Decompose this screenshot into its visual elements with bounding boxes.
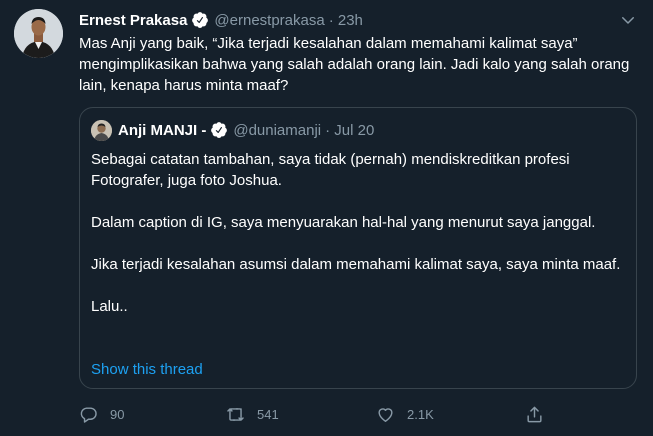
reply-button[interactable]: 90 xyxy=(79,402,124,426)
tweet-time[interactable]: · 23h xyxy=(329,12,363,29)
quoted-paragraph: Lalu.. xyxy=(91,298,128,315)
quoted-author-name: Anji MANJI - xyxy=(118,121,207,139)
retweet-icon xyxy=(227,407,244,421)
quoted-tweet[interactable]: Anji MANJI - @duniamanji · Jul 20 Sebaga… xyxy=(79,107,637,389)
verified-badge-icon xyxy=(210,121,228,139)
quoted-paragraph: Sebagai catatan tambahan, saya tidak (pe… xyxy=(91,151,570,189)
quoted-author-avatar xyxy=(91,119,112,141)
like-count: 2.1K xyxy=(407,406,434,422)
tweet-header: Ernest Prakasa @ernestprakasa · 23h xyxy=(79,10,363,30)
reply-count: 90 xyxy=(110,406,125,422)
quoted-paragraph: Jika terjadi kesalahan asumsi dalam mema… xyxy=(91,256,621,273)
share-button[interactable] xyxy=(525,402,556,426)
tweet-text: Mas Anji yang baik, “Jika terjadi kesala… xyxy=(79,35,630,94)
quoted-paragraph: Dalam caption di IG, saya menyuarakan ha… xyxy=(91,214,596,231)
share-icon xyxy=(527,406,542,422)
retweet-count: 541 xyxy=(257,406,279,422)
quoted-tweet-header: Anji MANJI - @duniamanji · Jul 20 xyxy=(91,119,374,141)
reply-icon xyxy=(80,406,97,423)
quoted-tweet-text: Sebagai catatan tambahan, saya tidak (pe… xyxy=(91,149,621,317)
tweet-action-bar: 90 541 2.1K xyxy=(79,402,549,426)
author-name[interactable]: Ernest Prakasa xyxy=(79,12,187,29)
show-thread-link[interactable]: Show this thread xyxy=(91,361,203,378)
author-avatar[interactable] xyxy=(14,9,63,58)
quoted-author-handle: @duniamanji xyxy=(233,121,322,139)
like-button[interactable]: 2.1K xyxy=(376,402,434,426)
retweet-button[interactable]: 541 xyxy=(226,402,279,426)
more-options-button[interactable] xyxy=(617,10,639,30)
like-icon xyxy=(378,407,393,422)
verified-badge-icon xyxy=(191,11,209,29)
chevron-down-icon xyxy=(622,17,634,24)
author-handle[interactable]: @ernestprakasa xyxy=(214,12,324,29)
quoted-tweet-time: · Jul 20 xyxy=(325,121,375,139)
